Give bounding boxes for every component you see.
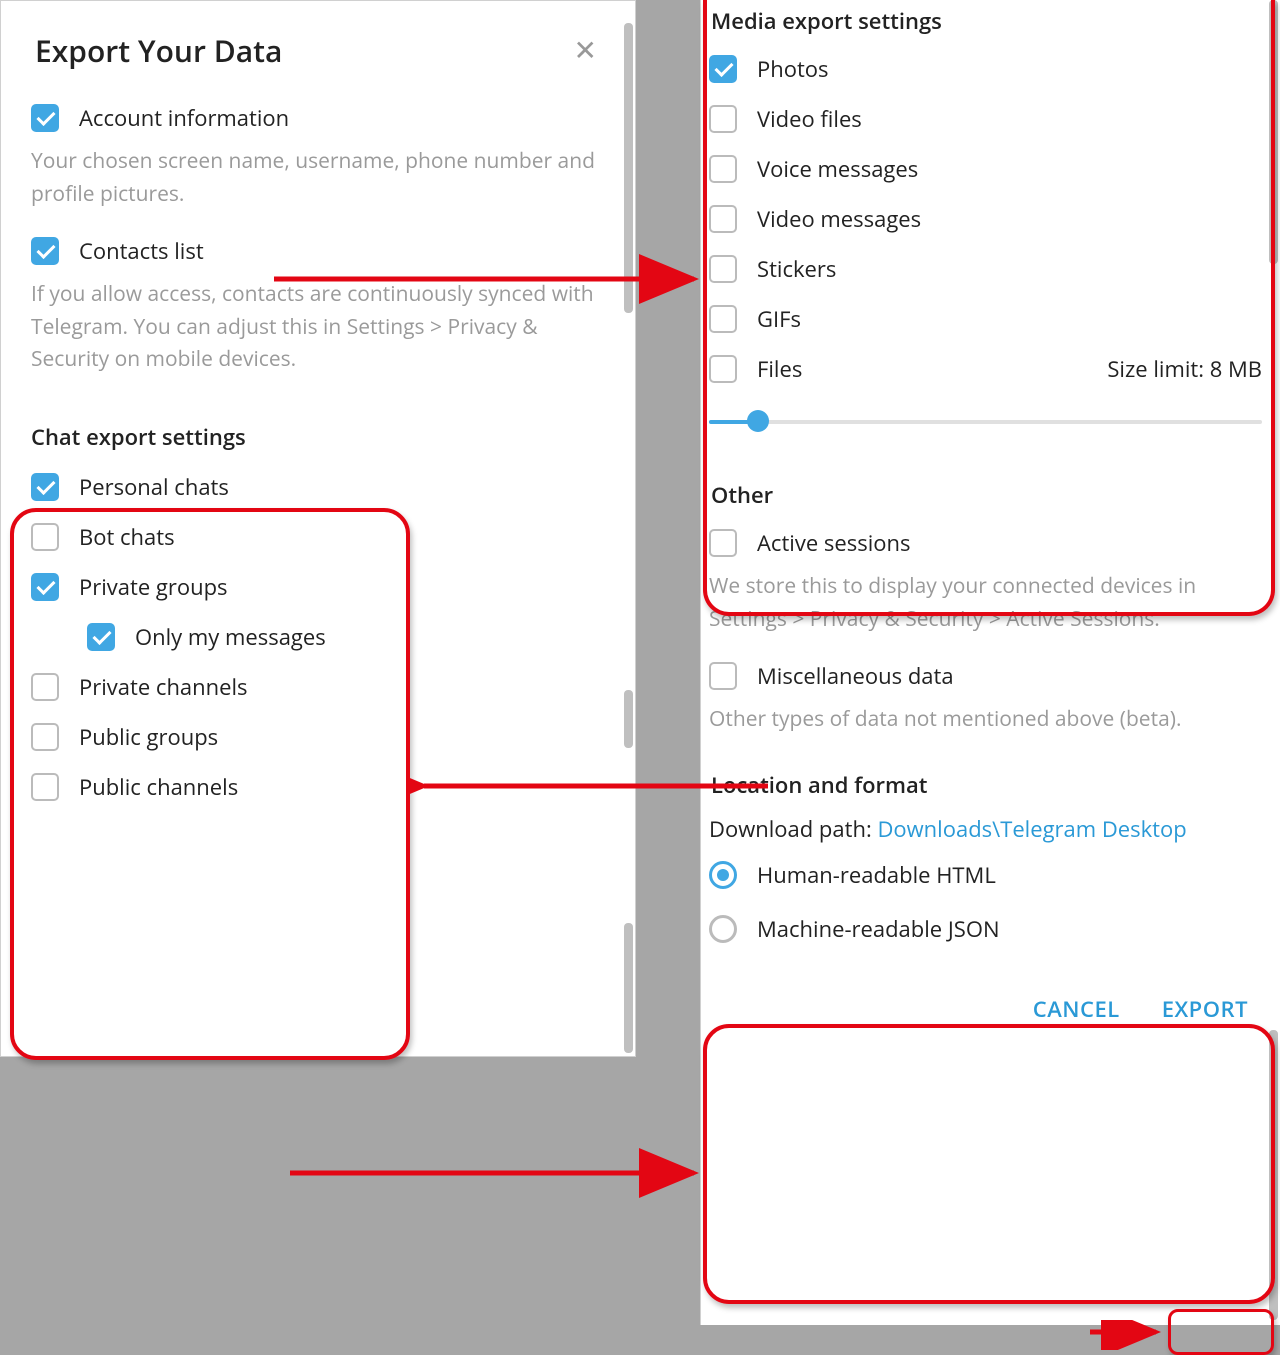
active-sessions-checkbox[interactable] [709, 529, 737, 557]
gifs-checkbox[interactable] [709, 305, 737, 333]
chat-export-title: Chat export settings [31, 392, 609, 462]
export-dialog-left: Export Your Data ✕ Account information Y… [0, 0, 636, 1057]
active-sessions-label: Active sessions [757, 528, 910, 558]
contacts-desc: If you allow access, contacts are contin… [31, 276, 609, 392]
only-my-row[interactable]: Only my messages [87, 612, 609, 662]
buttons-row: CANCEL EXPORT [701, 956, 1280, 1038]
photos-checkbox[interactable] [709, 55, 737, 83]
video-files-label: Video files [757, 104, 862, 134]
contacts-label: Contacts list [79, 236, 204, 266]
personal-chats-row[interactable]: Personal chats [31, 462, 609, 512]
active-sessions-row[interactable]: Active sessions [709, 518, 1262, 568]
close-icon[interactable]: ✕ [570, 27, 601, 73]
private-channels-row[interactable]: Private channels [31, 662, 609, 712]
contacts-checkbox[interactable] [31, 237, 59, 265]
contacts-row[interactable]: Contacts list [31, 226, 609, 276]
files-checkbox[interactable] [709, 355, 737, 383]
video-files-checkbox[interactable] [709, 105, 737, 133]
stickers-row[interactable]: Stickers [709, 244, 1262, 294]
html-format-row[interactable]: Human-readable HTML [709, 848, 1262, 902]
size-slider-wrap [709, 394, 1262, 454]
personal-chats-checkbox[interactable] [31, 473, 59, 501]
path-link[interactable]: Downloads\Telegram Desktop [877, 814, 1186, 844]
files-label: Files [757, 354, 802, 384]
public-channels-checkbox[interactable] [31, 773, 59, 801]
private-groups-row[interactable]: Private groups [31, 562, 609, 612]
voice-row[interactable]: Voice messages [709, 144, 1262, 194]
private-channels-checkbox[interactable] [31, 673, 59, 701]
photos-row[interactable]: Photos [709, 44, 1262, 94]
account-info-desc: Your chosen screen name, username, phone… [31, 143, 609, 226]
personal-chats-label: Personal chats [79, 472, 229, 502]
video-msg-checkbox[interactable] [709, 205, 737, 233]
voice-label: Voice messages [757, 154, 918, 184]
size-limit-label: Size limit: 8 MB [1107, 354, 1262, 384]
voice-checkbox[interactable] [709, 155, 737, 183]
scrollbar-left-3[interactable] [624, 923, 633, 1053]
photos-label: Photos [757, 54, 829, 84]
scrollbar-right[interactable] [1269, 0, 1278, 264]
private-channels-label: Private channels [79, 672, 248, 702]
account-info-checkbox[interactable] [31, 104, 59, 132]
html-radio[interactable] [709, 861, 737, 889]
scrollbar-left-2[interactable] [624, 690, 633, 748]
json-radio[interactable] [709, 915, 737, 943]
export-button[interactable]: EXPORT [1156, 990, 1254, 1028]
private-groups-label: Private groups [79, 572, 228, 602]
video-msg-label: Video messages [757, 204, 921, 234]
bot-chats-label: Bot chats [79, 522, 175, 552]
public-channels-label: Public channels [79, 772, 238, 802]
private-groups-checkbox[interactable] [31, 573, 59, 601]
public-groups-label: Public groups [79, 722, 218, 752]
left-content: Account information Your chosen screen n… [1, 89, 635, 826]
slider-track [709, 420, 1262, 424]
only-my-checkbox[interactable] [87, 623, 115, 651]
misc-checkbox[interactable] [709, 662, 737, 690]
slider-thumb[interactable] [747, 410, 769, 432]
misc-desc: Other types of data not mentioned above … [709, 701, 1262, 752]
path-label: Download path: [709, 814, 877, 844]
active-sessions-desc: We store this to display your connected … [709, 568, 1262, 651]
right-content: Media export settings Photos Video files… [701, 0, 1280, 956]
public-channels-row[interactable]: Public channels [31, 762, 609, 812]
path-line: Download path: Downloads\Telegram Deskto… [709, 808, 1262, 848]
stickers-label: Stickers [757, 254, 836, 284]
scrollbar-left[interactable] [624, 23, 633, 313]
size-slider[interactable] [709, 408, 1262, 436]
public-groups-row[interactable]: Public groups [31, 712, 609, 762]
misc-label: Miscellaneous data [757, 661, 954, 691]
media-export-title: Media export settings [709, 0, 1262, 44]
arrow-3 [290, 1148, 710, 1198]
public-groups-checkbox[interactable] [31, 723, 59, 751]
cancel-button[interactable]: CANCEL [1027, 990, 1126, 1028]
gifs-label: GIFs [757, 304, 801, 334]
json-label: Machine-readable JSON [757, 914, 1000, 944]
export-dialog-right: Media export settings Photos Video files… [700, 0, 1280, 1325]
dialog-title: Export Your Data [35, 30, 282, 71]
files-row[interactable]: Files Size limit: 8 MB [709, 344, 1262, 394]
scrollbar-right-2[interactable] [1269, 1030, 1278, 1320]
video-files-row[interactable]: Video files [709, 94, 1262, 144]
account-info-label: Account information [79, 103, 289, 133]
json-format-row[interactable]: Machine-readable JSON [709, 902, 1262, 956]
video-msg-row[interactable]: Video messages [709, 194, 1262, 244]
only-my-label: Only my messages [135, 622, 326, 652]
misc-row[interactable]: Miscellaneous data [709, 651, 1262, 701]
html-label: Human-readable HTML [757, 860, 996, 890]
dialog-header: Export Your Data ✕ [1, 1, 635, 89]
location-title: Location and format [709, 752, 1262, 808]
stickers-checkbox[interactable] [709, 255, 737, 283]
bot-chats-checkbox[interactable] [31, 523, 59, 551]
bot-chats-row[interactable]: Bot chats [31, 512, 609, 562]
account-info-row[interactable]: Account information [31, 93, 609, 143]
gifs-row[interactable]: GIFs [709, 294, 1262, 344]
other-title: Other [709, 454, 1262, 518]
